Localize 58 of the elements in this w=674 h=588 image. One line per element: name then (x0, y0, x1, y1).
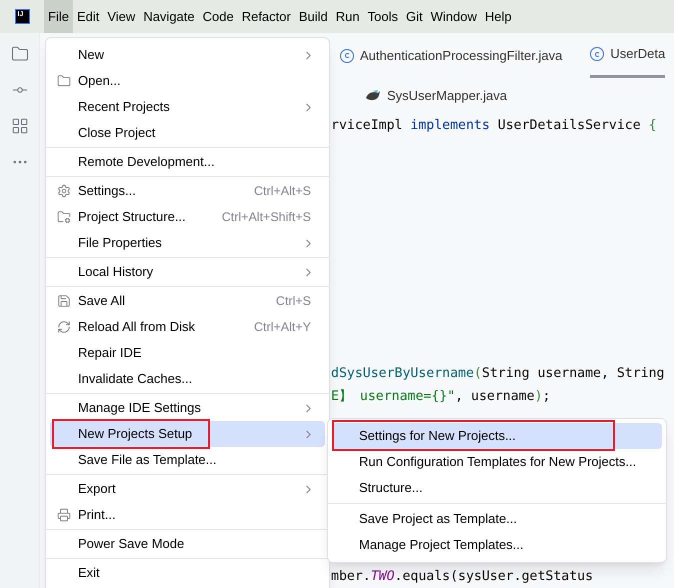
menu-item[interactable]: Power Save Mode (50, 531, 325, 557)
shortcut-label: Ctrl+Alt+S (254, 182, 311, 200)
menu-item[interactable]: Export (50, 476, 325, 502)
shortcut-label: Ctrl+Alt+Shift+S (222, 208, 311, 226)
folder-icon (57, 210, 71, 224)
menu-bar-item[interactable]: Edit (72, 0, 104, 33)
menu-item[interactable]: Invalidate Caches... (50, 366, 325, 392)
folder-icon[interactable] (10, 45, 28, 63)
menu-item[interactable]: New Projects Setup (50, 421, 325, 447)
code-line: mber.TWO.equals(sysUser.getStatus (331, 568, 594, 586)
menu-bar-item[interactable]: Window (426, 0, 481, 33)
menu-bar-item[interactable]: View (103, 0, 140, 33)
menu-bar-item[interactable]: Run (332, 0, 364, 33)
menu-item[interactable]: Remote Development... (50, 149, 325, 175)
menu-item[interactable]: Print... (50, 502, 325, 528)
code-line: rviceImpl implements UserDetailsService { (331, 116, 658, 135)
reload-icon (57, 320, 71, 334)
menu-item[interactable]: Open... (50, 68, 325, 94)
menu-item[interactable]: Exit (50, 560, 325, 586)
menu-item[interactable]: Save Project as Template... (332, 506, 662, 532)
class-icon (590, 47, 604, 62)
menu-item[interactable]: Manage IDE Settings (50, 395, 325, 421)
menu-item[interactable]: New (50, 42, 325, 68)
menu-item[interactable]: Repair IDE (50, 340, 325, 366)
menu-bar-item[interactable]: Code (198, 0, 238, 33)
menu-bar-item[interactable]: Refactor (238, 0, 295, 33)
editor-tab[interactable]: AuthenticationProcessingFilter.java (340, 33, 562, 78)
menu-item[interactable]: Run Configuration Templates for New Projects... (332, 449, 662, 475)
menu-item[interactable]: Reload All from Disk Ctrl+Alt+Y (50, 314, 325, 340)
menu-bar-item[interactable]: Git (402, 0, 427, 33)
folder-icon (57, 74, 71, 88)
save-icon (57, 294, 71, 308)
class-icon (340, 48, 354, 63)
grid-icon[interactable] (10, 117, 28, 135)
editor-tab[interactable]: UserDeta (590, 33, 666, 78)
code-line: E】 username={}", username); (331, 388, 552, 406)
menu-item[interactable]: Manage Project Templates... (332, 532, 662, 558)
printer-icon (57, 508, 71, 522)
menu-item[interactable]: Settings... Ctrl+Alt+S (50, 178, 325, 204)
code-line: dSysUserByUsername(String username, String (331, 364, 666, 383)
menu-item[interactable]: Project Structure... Ctrl+Alt+Shift+S (50, 204, 325, 230)
menu-item[interactable]: Structure... (332, 475, 662, 501)
menu-bar-item[interactable]: Help (480, 0, 516, 33)
menu-item[interactable]: Close Project (50, 120, 325, 146)
shortcut-label: Ctrl+Alt+Y (254, 318, 311, 336)
menu-item[interactable]: Save File as Template... (50, 447, 325, 473)
menu-item[interactable]: Settings for New Projects... (332, 423, 662, 449)
menu-bar-item[interactable]: Navigate (139, 0, 199, 33)
menu-item[interactable]: Recent Projects (50, 94, 325, 120)
menu-item[interactable]: Local History (50, 259, 325, 285)
menu-bar-item[interactable]: File (44, 0, 73, 33)
editor-tab[interactable]: SysUserMapper.java (365, 86, 507, 106)
menu-item[interactable]: File Properties (50, 230, 325, 256)
menu-item[interactable]: Save All Ctrl+S (50, 288, 325, 314)
menu-bar-item[interactable]: Build (294, 0, 332, 33)
shortcut-label: Ctrl+S (276, 292, 311, 310)
settings-icon (57, 184, 71, 198)
menu-bar-item[interactable]: Tools (364, 0, 402, 33)
